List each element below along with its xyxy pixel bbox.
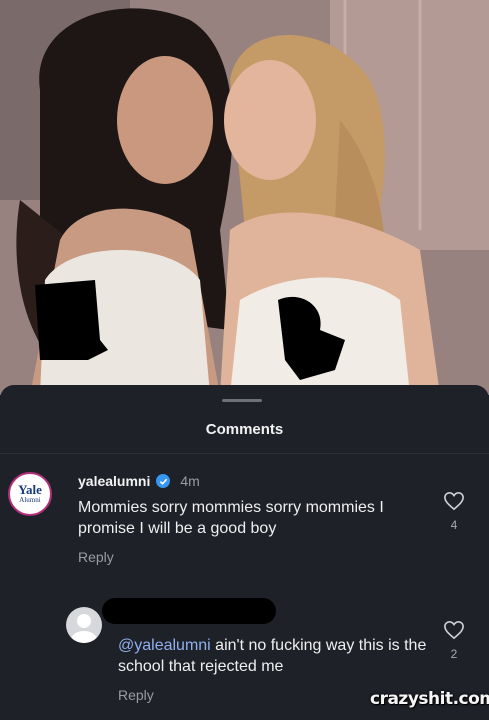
like-button[interactable]: 4	[442, 491, 466, 532]
sheet-title: Comments	[205, 421, 284, 438]
avatar-logo-line2: Alumni	[19, 496, 41, 504]
heart-outline-icon	[444, 491, 464, 511]
verified-badge-icon	[156, 474, 171, 488]
default-avatar[interactable]	[66, 607, 102, 643]
like-button[interactable]: 2	[442, 620, 466, 661]
reply-button[interactable]: Reply	[78, 549, 428, 565]
comment-username[interactable]: yalealumni	[78, 473, 150, 489]
avatar-logo-line1: Yale	[18, 482, 42, 497]
redacted-username	[102, 598, 276, 624]
comments-sheet: Comments Yale Alumni yalealumni 4m Mommi…	[0, 385, 489, 720]
comment-mention[interactable]: @yalealumni	[118, 637, 211, 654]
comment-text: @yalealumni ain't no fucking way this is…	[118, 635, 428, 677]
post-photo	[0, 0, 489, 395]
comment-text: Mommies sorry mommies sorry mommies I pr…	[78, 499, 384, 537]
comment-item: yalealumni 4m Mommies sorry mommies sorr…	[78, 473, 428, 565]
sheet-drag-handle[interactable]	[222, 399, 262, 402]
sheet-divider	[0, 453, 489, 454]
comment-time: 4m	[180, 473, 200, 489]
watermark: crazyshit.com	[370, 689, 489, 709]
yale-avatar[interactable]: Yale Alumni	[8, 472, 52, 516]
like-count: 4	[450, 518, 458, 532]
like-count: 2	[450, 647, 458, 661]
comment-meta: yalealumni 4m	[78, 473, 428, 489]
heart-outline-icon	[444, 620, 464, 640]
